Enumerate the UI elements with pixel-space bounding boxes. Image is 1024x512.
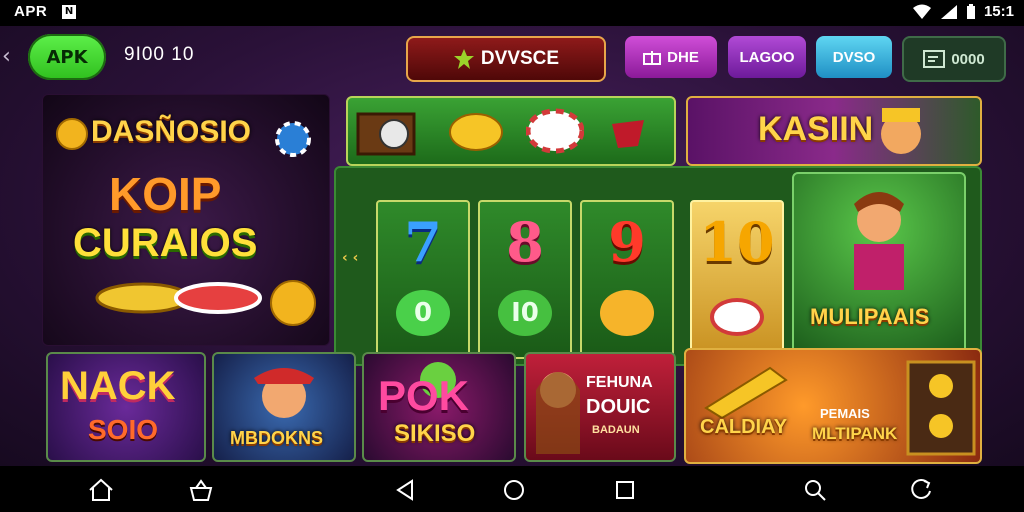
slot-reel[interactable]: 7 0 — [376, 200, 470, 359]
reel-symbol: 9 — [608, 210, 646, 274]
apk-button[interactable]: APK — [28, 34, 106, 80]
nav-button-2-label: LAGOO — [739, 48, 795, 66]
account-code: 9I00 10 — [124, 44, 195, 65]
reel-coin: I0 — [498, 290, 552, 336]
tile-title: MBDOKNS — [230, 428, 323, 448]
reel-symbol: 8 — [506, 210, 544, 274]
game-tile-dasnosio[interactable]: DASÑOSIO KOIP CURAIOS — [42, 94, 330, 346]
poker-chip-icon — [275, 121, 311, 157]
carrier-label: APR — [14, 3, 48, 20]
star-icon — [453, 49, 474, 69]
status-icons: 15:1 — [912, 3, 1014, 20]
back-triangle-icon[interactable] — [390, 476, 420, 504]
game-tile-pok[interactable]: POK SIKISO — [362, 352, 516, 462]
refresh-icon[interactable] — [906, 476, 936, 504]
treasure-chest-icon — [356, 112, 416, 156]
tile-title: DASÑOSIO — [91, 115, 252, 148]
game-tile-nack[interactable]: NACK SOIO — [46, 352, 206, 462]
main-menu-button[interactable]: DVVSCE — [406, 36, 606, 82]
wallet-balance: 0000 — [951, 50, 985, 68]
signal-icon — [940, 4, 957, 19]
tile-sub-2: MLTIPANK — [812, 424, 898, 443]
game-banner-kasiin[interactable]: KASIIN — [686, 96, 982, 166]
pirate-character-icon — [254, 368, 314, 418]
casino-app: ‹ APK 9I00 10 DVVSCE DHE LAGOO DVSO 0000… — [0, 26, 1024, 466]
side-marker: ‹ ‹ — [342, 250, 359, 266]
clock: 15:1 — [983, 3, 1014, 20]
wifi-icon — [912, 4, 931, 19]
main-menu-label: DVVSCE — [480, 48, 560, 69]
wallet-icon — [923, 50, 946, 68]
tile-line-2: SOIO — [88, 414, 159, 445]
system-nav-bar — [0, 466, 1024, 512]
game-tile-calday[interactable]: CALDIAY PEMAIS MLTIPANK — [684, 348, 982, 464]
slot-reel[interactable]: 9 — [580, 200, 674, 359]
game-banner-chips[interactable] — [346, 96, 676, 166]
game-tile-fehuna[interactable]: FEHUNA DOUIC BADAUN — [524, 352, 676, 462]
character-face-icon — [881, 108, 921, 154]
gold-bar-icon — [704, 366, 788, 418]
tile-line-2: SIKISO — [394, 420, 476, 447]
nav-button-3-label: DVSO — [832, 48, 876, 66]
tile-line-1: KOIP — [109, 168, 222, 220]
nav-button-2[interactable]: LAGOO — [728, 36, 806, 78]
tile-sub-1: PEMAIS — [820, 406, 870, 421]
tile-title: KASIIN — [758, 110, 874, 148]
slot-reel[interactable]: 8 I0 — [478, 200, 572, 359]
gold-coin-icon — [449, 113, 503, 151]
tile-line-1: FEHUNA — [586, 374, 653, 391]
tile-line-2: DOUIC — [586, 396, 651, 418]
gift-icon — [643, 51, 662, 65]
tile-line-1: NACK — [60, 364, 176, 408]
tile-line-2: CURAIOS — [73, 221, 258, 265]
game-tile-mboking[interactable]: MBDOKNS — [212, 352, 356, 462]
home-icon[interactable] — [86, 476, 116, 504]
nav-button-1-label: DHE — [667, 48, 699, 66]
search-icon[interactable] — [800, 476, 830, 504]
shopping-basket-icon[interactable] — [186, 476, 216, 504]
reel-symbol: 10 — [699, 210, 775, 274]
gold-coin-icon — [270, 280, 316, 326]
poker-chip-icon — [526, 108, 584, 154]
tile-title: MULIPAAIS — [810, 304, 930, 329]
reel-coin: 0 — [396, 290, 450, 336]
character-hero-icon — [854, 192, 904, 290]
notification-icon: N — [62, 5, 76, 19]
woman-character-icon — [536, 372, 580, 454]
chip-stack-icon — [95, 282, 262, 314]
tile-line-3: BADAUN — [592, 424, 640, 436]
wallet-button[interactable]: 0000 — [902, 36, 1006, 82]
game-tile-mulipaais[interactable]: MULIPAAIS — [792, 172, 966, 358]
nav-button-1[interactable]: DHE — [625, 36, 717, 78]
red-gem-icon — [612, 120, 644, 148]
battery-icon — [966, 3, 975, 19]
gold-coin-icon — [56, 118, 88, 150]
slot-reel[interactable]: 10 — [690, 200, 784, 359]
reel-symbol: 7 — [404, 210, 442, 274]
recents-square-icon[interactable] — [610, 476, 640, 504]
tile-line-1: POK — [378, 372, 470, 419]
tile-title: CALDIAY — [700, 416, 788, 438]
nav-button-3[interactable]: DVSO — [816, 36, 892, 78]
back-chevron-icon[interactable]: ‹ — [2, 44, 11, 69]
slot-machine-icon — [906, 360, 976, 456]
reel-coin — [710, 298, 764, 336]
status-bar: APR N 15:1 — [0, 0, 1024, 26]
home-circle-icon[interactable] — [499, 476, 529, 504]
reel-coin — [600, 290, 654, 336]
